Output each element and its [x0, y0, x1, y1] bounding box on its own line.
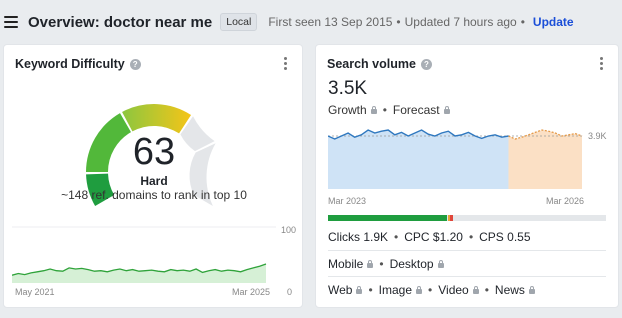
sv-more-icon[interactable]: [600, 57, 604, 70]
lock-icon: [528, 285, 535, 294]
cpc-metric: CPC $1.20: [404, 230, 463, 244]
lock-icon: [443, 105, 450, 114]
serp-type-row: Web • Image • Video • News: [328, 283, 606, 297]
kd-label: Hard: [140, 174, 168, 188]
meta-info: First seen 13 Sep 2015 • Updated 7 hours a…: [268, 15, 525, 29]
sv-subinfo: Growth • Forecast: [328, 103, 450, 117]
sv-value: 3.5K: [328, 78, 368, 99]
clicks-bar: [328, 215, 606, 221]
menu-icon[interactable]: [4, 16, 18, 28]
lock-icon: [437, 259, 444, 268]
metrics-row: Clicks 1.9K • CPC $1.20 • CPS 0.55: [328, 230, 531, 244]
lock-icon: [370, 105, 377, 114]
kd-y-max: 100: [281, 225, 297, 235]
local-badge: Local: [220, 13, 258, 31]
first-seen-text: First seen 13 Sep 2015: [268, 15, 393, 29]
kd-y-min: 0: [287, 287, 293, 297]
serp-news: News: [494, 283, 525, 297]
device-row: Mobile • Desktop: [328, 257, 606, 271]
serp-image: Image: [378, 283, 413, 297]
kd-description: ~148 ref. domains to rank in top 10: [61, 188, 247, 202]
lock-icon: [356, 285, 363, 294]
top-bar: Overview: doctor near me Local First see…: [0, 0, 622, 44]
keyword-difficulty-card: Keyword Difficulty ? 63 Hard ~148 ref. d…: [3, 44, 303, 308]
updated-text: Updated 7 hours ago: [404, 15, 517, 29]
serp-video: Video: [438, 283, 469, 297]
page-title: Overview: doctor near me: [28, 13, 213, 31]
device-desktop: Desktop: [389, 257, 434, 271]
kd-x-end: Mar 2025: [232, 287, 271, 297]
sv-x-end: Mar 2026: [546, 196, 585, 206]
sv-title-label: Search volume: [327, 57, 416, 71]
device-mobile: Mobile: [328, 257, 364, 271]
sv-history-chart: [328, 127, 584, 189]
clicks-metric: Clicks 1.9K: [328, 230, 389, 244]
kd-history-chart: [12, 226, 276, 283]
lock-icon: [472, 285, 479, 294]
sv-x-start: Mar 2023: [328, 196, 367, 206]
kd-value: 63: [132, 131, 176, 173]
update-link[interactable]: Update: [533, 15, 574, 29]
lock-icon: [367, 259, 374, 268]
forecast-label: Forecast: [392, 103, 440, 117]
help-icon[interactable]: ?: [420, 58, 432, 70]
search-volume-card: Search volume ? 3.5K Growth • Forecast 3…: [315, 44, 619, 308]
clicks-other-fill: [450, 215, 453, 221]
sv-title: Search volume ?: [327, 57, 432, 71]
clicks-organic-fill: [328, 215, 447, 221]
cps-metric: CPS 0.55: [479, 230, 531, 244]
gauge-segment-hard: [122, 104, 192, 134]
lock-icon: [416, 285, 423, 294]
sv-y-ref: 3.9K: [588, 131, 607, 141]
growth-label: Growth: [328, 103, 367, 117]
kd-x-start: May 2021: [15, 287, 55, 297]
serp-web: Web: [328, 283, 353, 297]
